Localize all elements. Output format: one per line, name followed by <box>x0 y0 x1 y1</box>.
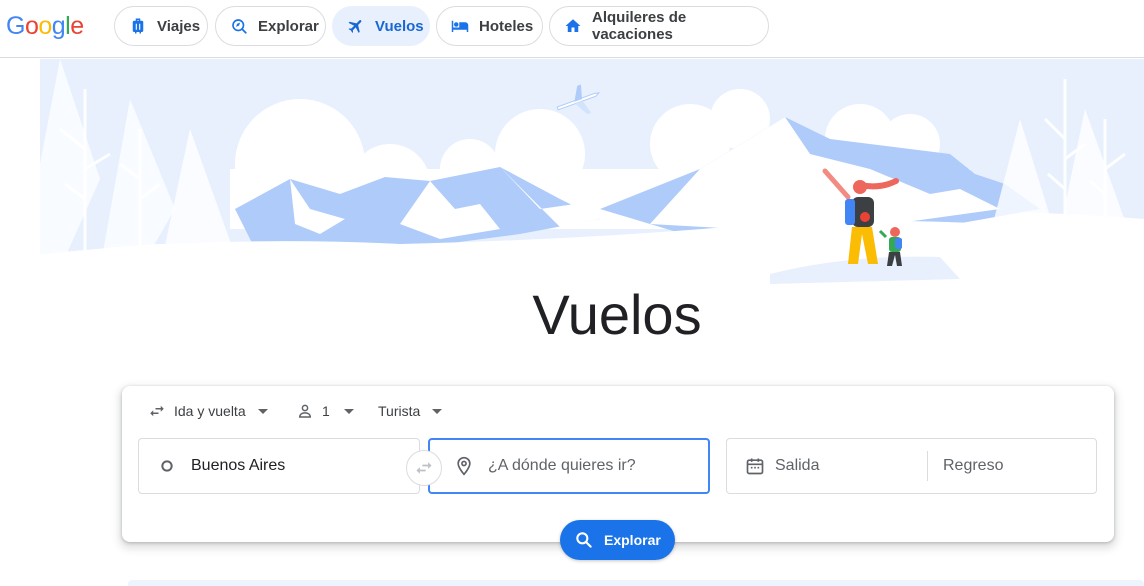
destination-placeholder: ¿A dónde quieres ir? <box>488 457 636 474</box>
swap-origin-destination-button[interactable] <box>406 450 442 486</box>
explore-search-icon <box>232 19 247 34</box>
chevron-down-icon <box>432 408 443 414</box>
return-date-placeholder[interactable]: Regreso <box>943 457 1003 475</box>
origin-value: Buenos Aires <box>191 457 286 474</box>
explore-button[interactable]: Explorar <box>560 520 675 560</box>
nav-chip-label: Vuelos <box>375 17 424 35</box>
chevron-down-icon <box>257 408 268 414</box>
swap-arrows-icon <box>416 462 432 474</box>
passengers-dropdown[interactable]: 1 <box>296 396 354 426</box>
nav-chip-vuelos[interactable]: Vuelos <box>332 6 430 46</box>
nav-chip-explorar[interactable]: Explorar <box>215 6 326 46</box>
airplane-icon <box>348 20 362 33</box>
nav-chip-viajes[interactable]: Viajes <box>114 6 208 46</box>
chevron-down-icon <box>343 408 354 414</box>
mountain-landscape-illustration <box>0 59 1144 289</box>
origin-circle-icon <box>161 460 173 472</box>
dates-field[interactable]: Salida Regreso <box>726 438 1097 494</box>
results-section-edge <box>128 580 1144 586</box>
suitcase-icon <box>132 18 144 34</box>
nav-chip-hoteles[interactable]: Hoteles <box>436 6 543 46</box>
destination-field[interactable]: ¿A dónde quieres ir? <box>428 438 710 494</box>
explore-button-label: Explorar <box>604 532 661 548</box>
google-logo[interactable]: Google <box>6 12 84 41</box>
page-title: Vuelos <box>532 283 702 346</box>
nav-chip-label: Alquileres de vacaciones <box>592 9 687 43</box>
date-divider <box>927 451 928 481</box>
passengers-count: 1 <box>322 403 330 419</box>
calendar-icon <box>746 458 764 475</box>
bed-icon <box>451 20 469 32</box>
person-icon <box>298 404 312 418</box>
hero-illustration <box>0 59 1144 289</box>
trip-type-dropdown[interactable]: Ida y vuelta <box>148 396 268 426</box>
top-bar: Google Viajes Explorar Vuelos Hoteles Al… <box>0 0 1144 58</box>
nav-chip-alquileres[interactable]: Alquileres de vacaciones <box>549 6 769 46</box>
origin-field[interactable]: Buenos Aires <box>138 438 420 494</box>
nav-chip-label: Hoteles <box>479 17 534 35</box>
trip-type-label: Ida y vuelta <box>174 403 246 419</box>
nav-chip-label: Viajes <box>157 17 201 35</box>
location-pin-icon <box>457 456 471 476</box>
cabin-class-label: Turista <box>378 403 421 419</box>
search-icon <box>576 532 592 548</box>
cabin-class-dropdown[interactable]: Turista <box>378 396 443 426</box>
nav-chip-label: Explorar <box>258 17 319 35</box>
departure-date-placeholder[interactable]: Salida <box>775 457 819 475</box>
swap-arrows-icon <box>150 405 164 417</box>
house-icon <box>565 19 581 32</box>
flight-search-card: Ida y vuelta 1 Turista Buenos Aires ¿A d… <box>122 386 1114 542</box>
